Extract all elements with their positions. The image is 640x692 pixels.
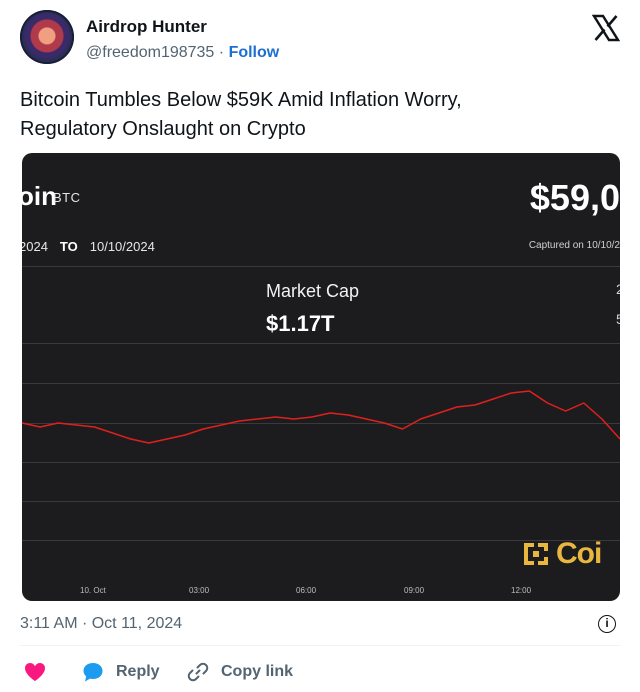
- like-button[interactable]: [24, 656, 46, 688]
- tweet-timestamp[interactable]: 3:11 AM · Oct 11, 2024: [20, 615, 182, 633]
- tweet-header: Airdrop Hunter @freedom198735 · Follow: [0, 0, 640, 80]
- separator: ·: [218, 44, 225, 61]
- tweet-text-line: Regulatory Onslaught on Crypto: [20, 118, 306, 140]
- x-tick-label: 09:00: [404, 586, 425, 595]
- action-bar: Reply Copy link: [0, 656, 640, 688]
- reply-label: Reply: [116, 663, 160, 680]
- speech-bubble-icon: [83, 663, 103, 682]
- handle[interactable]: @freedom198735: [86, 44, 214, 61]
- follow-button[interactable]: Follow: [229, 44, 280, 61]
- handle-row: @freedom198735 · Follow: [86, 44, 279, 62]
- x-logo-icon[interactable]: [592, 14, 620, 42]
- watermark: Coi: [522, 537, 602, 571]
- x-tick-label: 06:00: [296, 586, 317, 595]
- avatar[interactable]: [20, 10, 74, 64]
- watermark-text: Coi: [556, 537, 602, 570]
- heart-icon: [25, 663, 45, 681]
- link-icon: [187, 662, 209, 682]
- tweet-text: Bitcoin Tumbles Below $59K Amid Inflatio…: [20, 86, 620, 144]
- info-glyph: i: [605, 616, 609, 630]
- x-tick-label: 12:00: [511, 586, 532, 595]
- display-name[interactable]: Airdrop Hunter: [86, 17, 207, 37]
- x-tick-label: 10. Oct: [80, 586, 106, 595]
- price-series-line: [22, 390, 620, 444]
- copy-link-label: Copy link: [221, 663, 294, 680]
- x-tick-label: 03:00: [189, 586, 210, 595]
- tweet-text-line: Bitcoin Tumbles Below $59K Amid Inflatio…: [20, 89, 462, 111]
- attached-chart-image[interactable]: oin BTC $59,0 2024 TO 10/10/2024 Captured …: [22, 153, 620, 601]
- price-line-chart: [22, 390, 620, 444]
- info-icon[interactable]: i: [598, 615, 616, 633]
- coin-logo-icon: [524, 543, 548, 565]
- divider: [20, 645, 620, 646]
- copy-link-button[interactable]: Copy link: [187, 656, 293, 688]
- reply-button[interactable]: Reply: [82, 656, 160, 688]
